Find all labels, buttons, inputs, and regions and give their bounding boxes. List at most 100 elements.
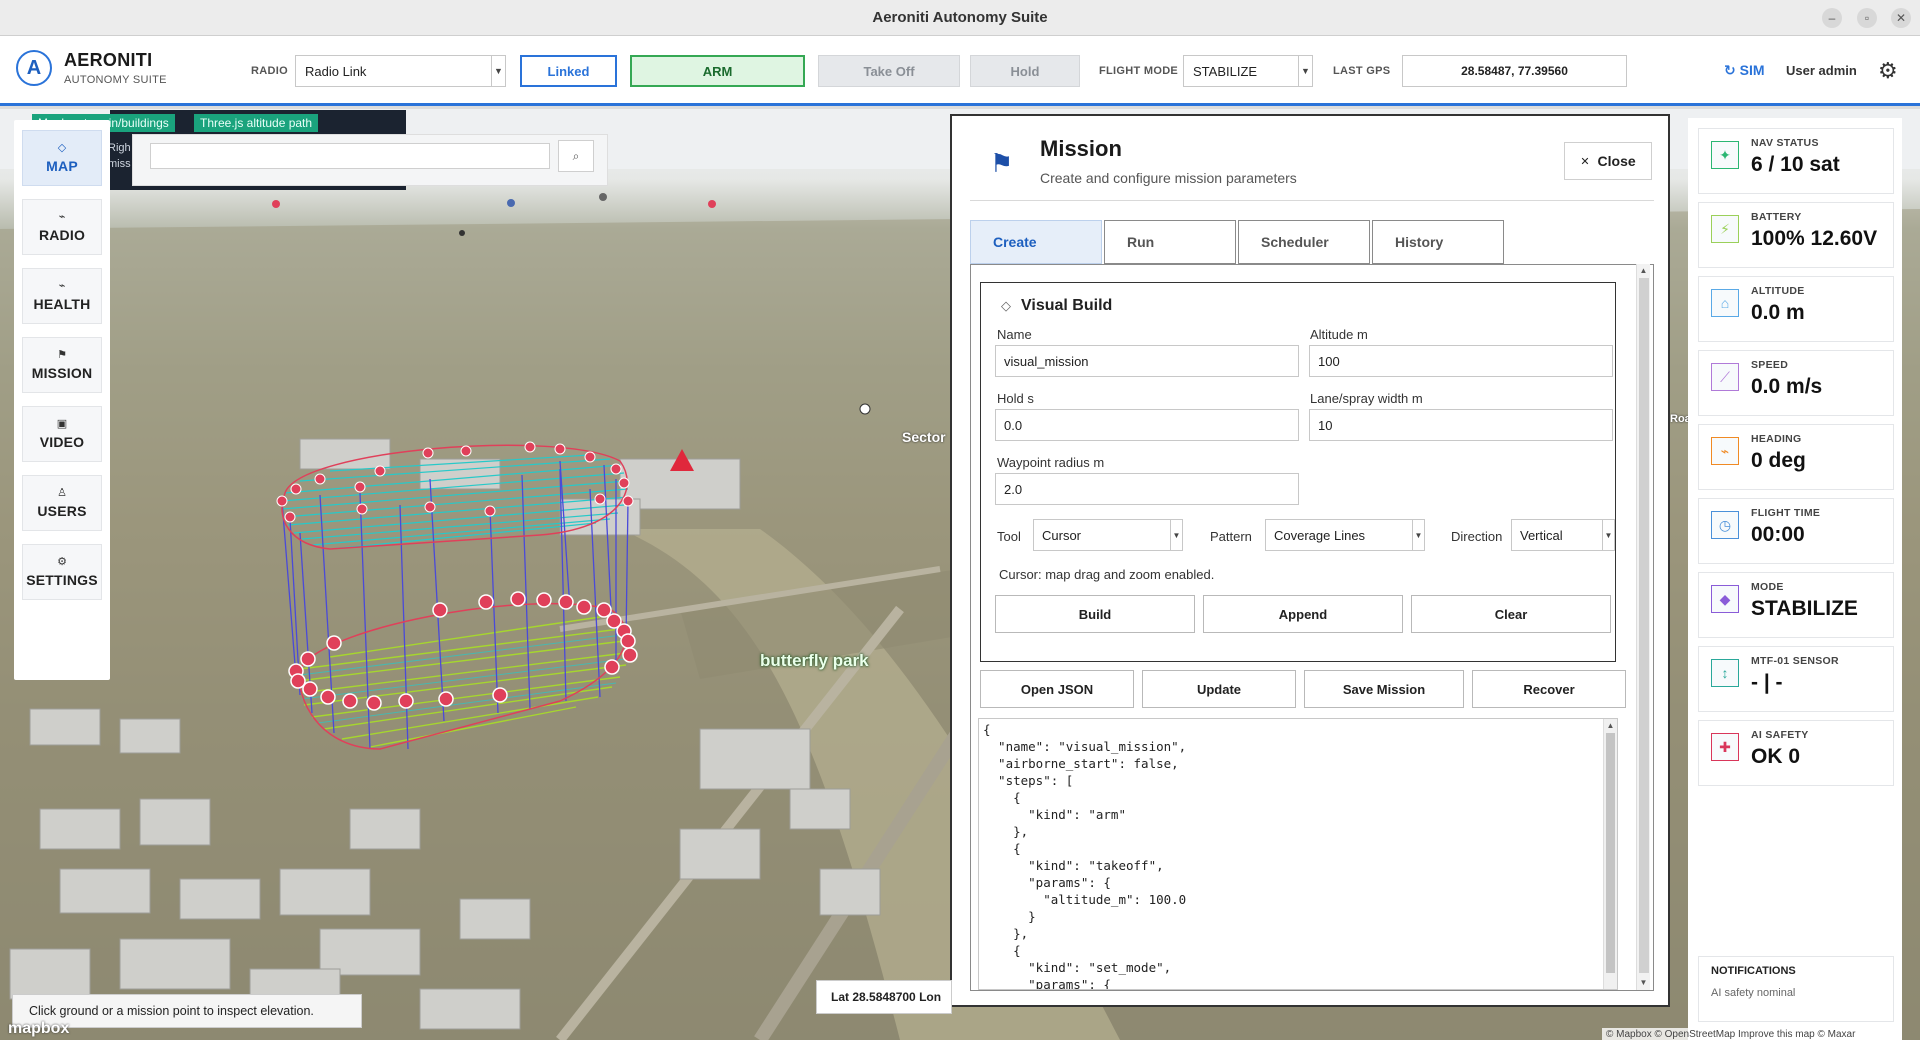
- telemetry-icon-glyph: ✚: [1719, 738, 1731, 755]
- maximize-icon[interactable]: ▫: [1857, 8, 1877, 28]
- visual-build-section: ◇ Visual Build Name visual_mission Altit…: [980, 282, 1616, 662]
- cursor-coordinates: Lat 28.5848700 Lon: [816, 980, 952, 1014]
- open-json-button[interactable]: Open JSON: [980, 670, 1134, 708]
- nav-item-video[interactable]: ▣ VIDEO: [22, 406, 102, 462]
- hold-button[interactable]: Hold: [970, 55, 1080, 87]
- scroll-up-icon[interactable]: ▲: [1604, 719, 1617, 731]
- chevron-down-icon: ▼: [1602, 520, 1614, 550]
- app-header: A AERONITI AUTONOMY SUITE RADIO Radio Li…: [0, 36, 1920, 106]
- notifications-card: NOTIFICATIONS AI safety nominal: [1698, 956, 1894, 1022]
- hold-field[interactable]: 0.0: [995, 409, 1299, 441]
- mission-scroll-thumb[interactable]: [1639, 278, 1649, 973]
- nav-item-mission[interactable]: ⚑ MISSION: [22, 337, 102, 393]
- nav-item-radio[interactable]: ⌁ RADIO: [22, 199, 102, 255]
- scroll-down-icon[interactable]: ▼: [1637, 976, 1650, 988]
- arm-button[interactable]: ARM: [630, 55, 805, 87]
- lane-width-field[interactable]: 10: [1309, 409, 1613, 441]
- map-label-park: butterfly park: [760, 651, 869, 670]
- altitude-field[interactable]: 100: [1309, 345, 1613, 377]
- flight-mode-value: STABILIZE: [1193, 63, 1258, 79]
- last-gps-label: LAST GPS: [1333, 65, 1391, 77]
- direction-select[interactable]: Vertical ▼: [1511, 519, 1615, 551]
- altitude-icon: ⌂: [1711, 289, 1739, 317]
- telemetry-value: 0 deg: [1751, 449, 1806, 472]
- waypoint-radius-field[interactable]: 2.0: [995, 473, 1299, 505]
- clock-icon: ◷: [1711, 511, 1739, 539]
- name-field[interactable]: visual_mission: [995, 345, 1299, 377]
- close-icon: ✕: [1580, 155, 1590, 168]
- mission-scrollbar[interactable]: ▲ ▼: [1636, 264, 1650, 990]
- direction-select-value: Vertical: [1520, 527, 1563, 543]
- radio-select-value: Radio Link: [305, 63, 367, 79]
- sim-toggle[interactable]: ↻ SIM: [1724, 62, 1765, 79]
- last-gps-field: 28.58487, 77.39560: [1402, 55, 1627, 87]
- telemetry-icon-glyph: ↕: [1721, 665, 1729, 681]
- chevron-down-icon: ▼: [1298, 56, 1312, 86]
- nav-item-users[interactable]: ♙ USERS: [22, 475, 102, 531]
- telemetry-icon-glyph: ⌂: [1720, 295, 1730, 311]
- tab-history[interactable]: History: [1372, 220, 1504, 264]
- telemetry-value: 100% 12.60V: [1751, 227, 1878, 250]
- nav-item-health[interactable]: ⌁ HEALTH: [22, 268, 102, 324]
- chevron-down-icon: ▼: [491, 56, 505, 86]
- flag-icon: ⚑: [57, 349, 67, 361]
- search-icon[interactable]: ⌕: [558, 140, 594, 172]
- telemetry-card-nav-status: ✦ NAV STATUS 6 / 10 sat: [1698, 128, 1894, 194]
- telemetry-card-heading: ⌁ HEADING 0 deg: [1698, 424, 1894, 490]
- tab-create[interactable]: Create: [970, 220, 1102, 264]
- json-scroll-thumb[interactable]: [1606, 733, 1615, 973]
- build-button[interactable]: Build: [995, 595, 1195, 633]
- chevron-down-icon: ▼: [1170, 520, 1182, 550]
- user-menu[interactable]: User admin: [1786, 63, 1857, 78]
- pattern-select[interactable]: Coverage Lines ▼: [1265, 519, 1425, 551]
- clear-button[interactable]: Clear: [1411, 595, 1611, 633]
- tab-scheduler[interactable]: Scheduler: [1238, 220, 1370, 264]
- takeoff-button[interactable]: Take Off: [818, 55, 960, 87]
- telemetry-icon-glyph: ⟋: [1720, 368, 1730, 385]
- gear-icon[interactable]: ⚙: [1878, 58, 1898, 84]
- telemetry-value: STABILIZE: [1751, 597, 1858, 620]
- linked-button[interactable]: Linked: [520, 55, 617, 87]
- visual-build-title: Visual Build: [1021, 297, 1113, 314]
- tool-hint: Cursor: map drag and zoom enabled.: [999, 567, 1215, 582]
- telemetry-card-flight-time: ◷ FLIGHT TIME 00:00: [1698, 498, 1894, 564]
- tool-select[interactable]: Cursor ▼: [1033, 519, 1183, 551]
- nav-label-users: USERS: [37, 503, 87, 519]
- scroll-up-icon[interactable]: ▲: [1637, 264, 1650, 276]
- minimize-icon[interactable]: –: [1822, 8, 1842, 28]
- safety-cross-icon: ✚: [1711, 733, 1739, 761]
- radio-select[interactable]: Radio Link ▼: [295, 55, 506, 87]
- json-scrollbar[interactable]: ▲: [1603, 719, 1617, 989]
- recover-button[interactable]: Recover: [1472, 670, 1626, 708]
- brand-subtitle: AUTONOMY SUITE: [64, 74, 167, 86]
- window-title: Aeroniti Autonomy Suite: [872, 9, 1048, 26]
- mission-title: Mission: [1040, 136, 1122, 161]
- lane-width-label: Lane/spray width m: [1310, 391, 1423, 406]
- close-window-icon[interactable]: ✕: [1891, 8, 1911, 28]
- append-button[interactable]: Append: [1203, 595, 1403, 633]
- mission-json-editor[interactable]: { "name": "visual_mission", "airborne_st…: [978, 718, 1618, 990]
- close-button[interactable]: ✕ Close: [1564, 142, 1652, 180]
- pattern-label: Pattern: [1210, 529, 1252, 544]
- nav-label-settings: SETTINGS: [26, 572, 98, 588]
- flight-mode-select[interactable]: STABILIZE ▼: [1183, 55, 1313, 87]
- mission-json-text[interactable]: { "name": "visual_mission", "airborne_st…: [983, 721, 1186, 989]
- nav-item-settings[interactable]: ⚙ SETTINGS: [22, 544, 102, 600]
- flight-mode-label: FLIGHT MODE: [1099, 65, 1179, 77]
- telemetry-label: NAV STATUS: [1751, 137, 1819, 149]
- telemetry-label: BATTERY: [1751, 211, 1802, 223]
- map-layer-chip-altitude[interactable]: Three.js altitude path: [194, 114, 319, 132]
- update-button[interactable]: Update: [1142, 670, 1296, 708]
- pattern-select-value: Coverage Lines: [1274, 527, 1366, 543]
- telemetry-icon-glyph: ✦: [1719, 146, 1731, 163]
- map-attribution[interactable]: © Mapbox © OpenStreetMap Improve this ma…: [1602, 1028, 1860, 1040]
- mapbox-logo[interactable]: mapbox: [8, 1020, 69, 1038]
- map-search-input[interactable]: [150, 143, 550, 169]
- save-mission-button[interactable]: Save Mission: [1304, 670, 1464, 708]
- telemetry-label: ALTITUDE: [1751, 285, 1805, 297]
- tab-run[interactable]: Run: [1104, 220, 1236, 264]
- telemetry-icon-glyph: ◆: [1719, 590, 1731, 607]
- nav-item-map[interactable]: ◇ MAP: [22, 130, 102, 186]
- mode-icon: ◆: [1711, 585, 1739, 613]
- nav-label-video: VIDEO: [39, 434, 85, 450]
